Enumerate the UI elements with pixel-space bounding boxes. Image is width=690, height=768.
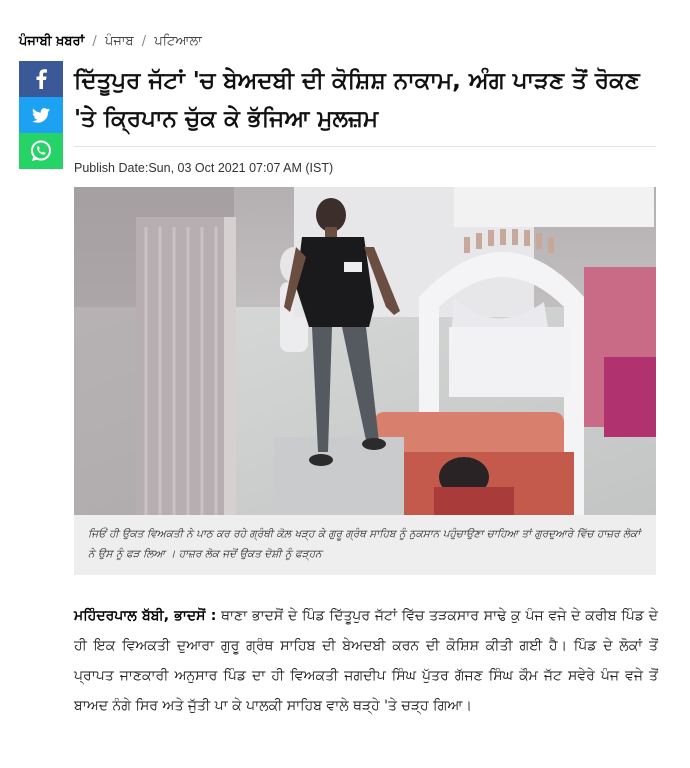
whatsapp-share-button[interactable] (19, 133, 63, 169)
breadcrumb: ਪੰਜਾਬੀ ਖ਼ਬਰਾਂ / ਪੰਜਾਬ / ਪਟਿਆਲਾ (19, 34, 202, 49)
publish-date: Publish Date:Sun, 03 Oct 2021 07:07 AM (… (74, 161, 334, 175)
article-photo (74, 187, 656, 515)
photo-caption-box: ਜਿਓਂ ਹੀ ਉਕਤ ਵਿਅਕਤੀ ਨੇ ਪਾਠ ਕਰ ਰਹੇ ਗ੍ਰੰਥੀ … (74, 515, 656, 575)
article-body: ਮਹਿੰਦਰਪਾਲ ਬੱਬੀ, ਭਾਦਸੋਂ : ਥਾਣਾ ਭਾਦਸੋਂ ਦੇ … (74, 601, 658, 721)
article-title: ਦਿੱਤੂਪੁਰ ਜੱਟਾਂ 'ਚ ਬੇਅਦਬੀ ਦੀ ਕੋਸ਼ਿਸ਼ ਨਾਕਾ… (74, 68, 640, 132)
photo-caption: ਜਿਓਂ ਹੀ ਉਕਤ ਵਿਅਕਤੀ ਨੇ ਪਾਠ ਕਰ ਰਹੇ ਗ੍ਰੰਥੀ … (88, 528, 641, 560)
facebook-icon (36, 69, 47, 89)
facebook-share-button[interactable] (19, 61, 63, 97)
article-author: ਮਹਿੰਦਰਪਾਲ ਬੱਬੀ, ਭਾਦਸੋਂ : (74, 608, 217, 624)
twitter-share-button[interactable] (19, 97, 63, 133)
title-divider (74, 146, 656, 147)
breadcrumb-link-punjab[interactable]: ਪੰਜਾਬ (105, 34, 134, 49)
breadcrumb-separator: / (92, 34, 97, 49)
gurdwara-scene-image (74, 187, 656, 515)
breadcrumb-separator: / (141, 34, 147, 49)
breadcrumb-link-punjabi-news[interactable]: ਪੰਜਾਬੀ ਖ਼ਬਰਾਂ (19, 34, 84, 49)
breadcrumb-link-patiala[interactable]: ਪਟਿਆਲਾ (154, 34, 202, 49)
twitter-icon (32, 107, 50, 123)
whatsapp-icon (31, 140, 51, 161)
